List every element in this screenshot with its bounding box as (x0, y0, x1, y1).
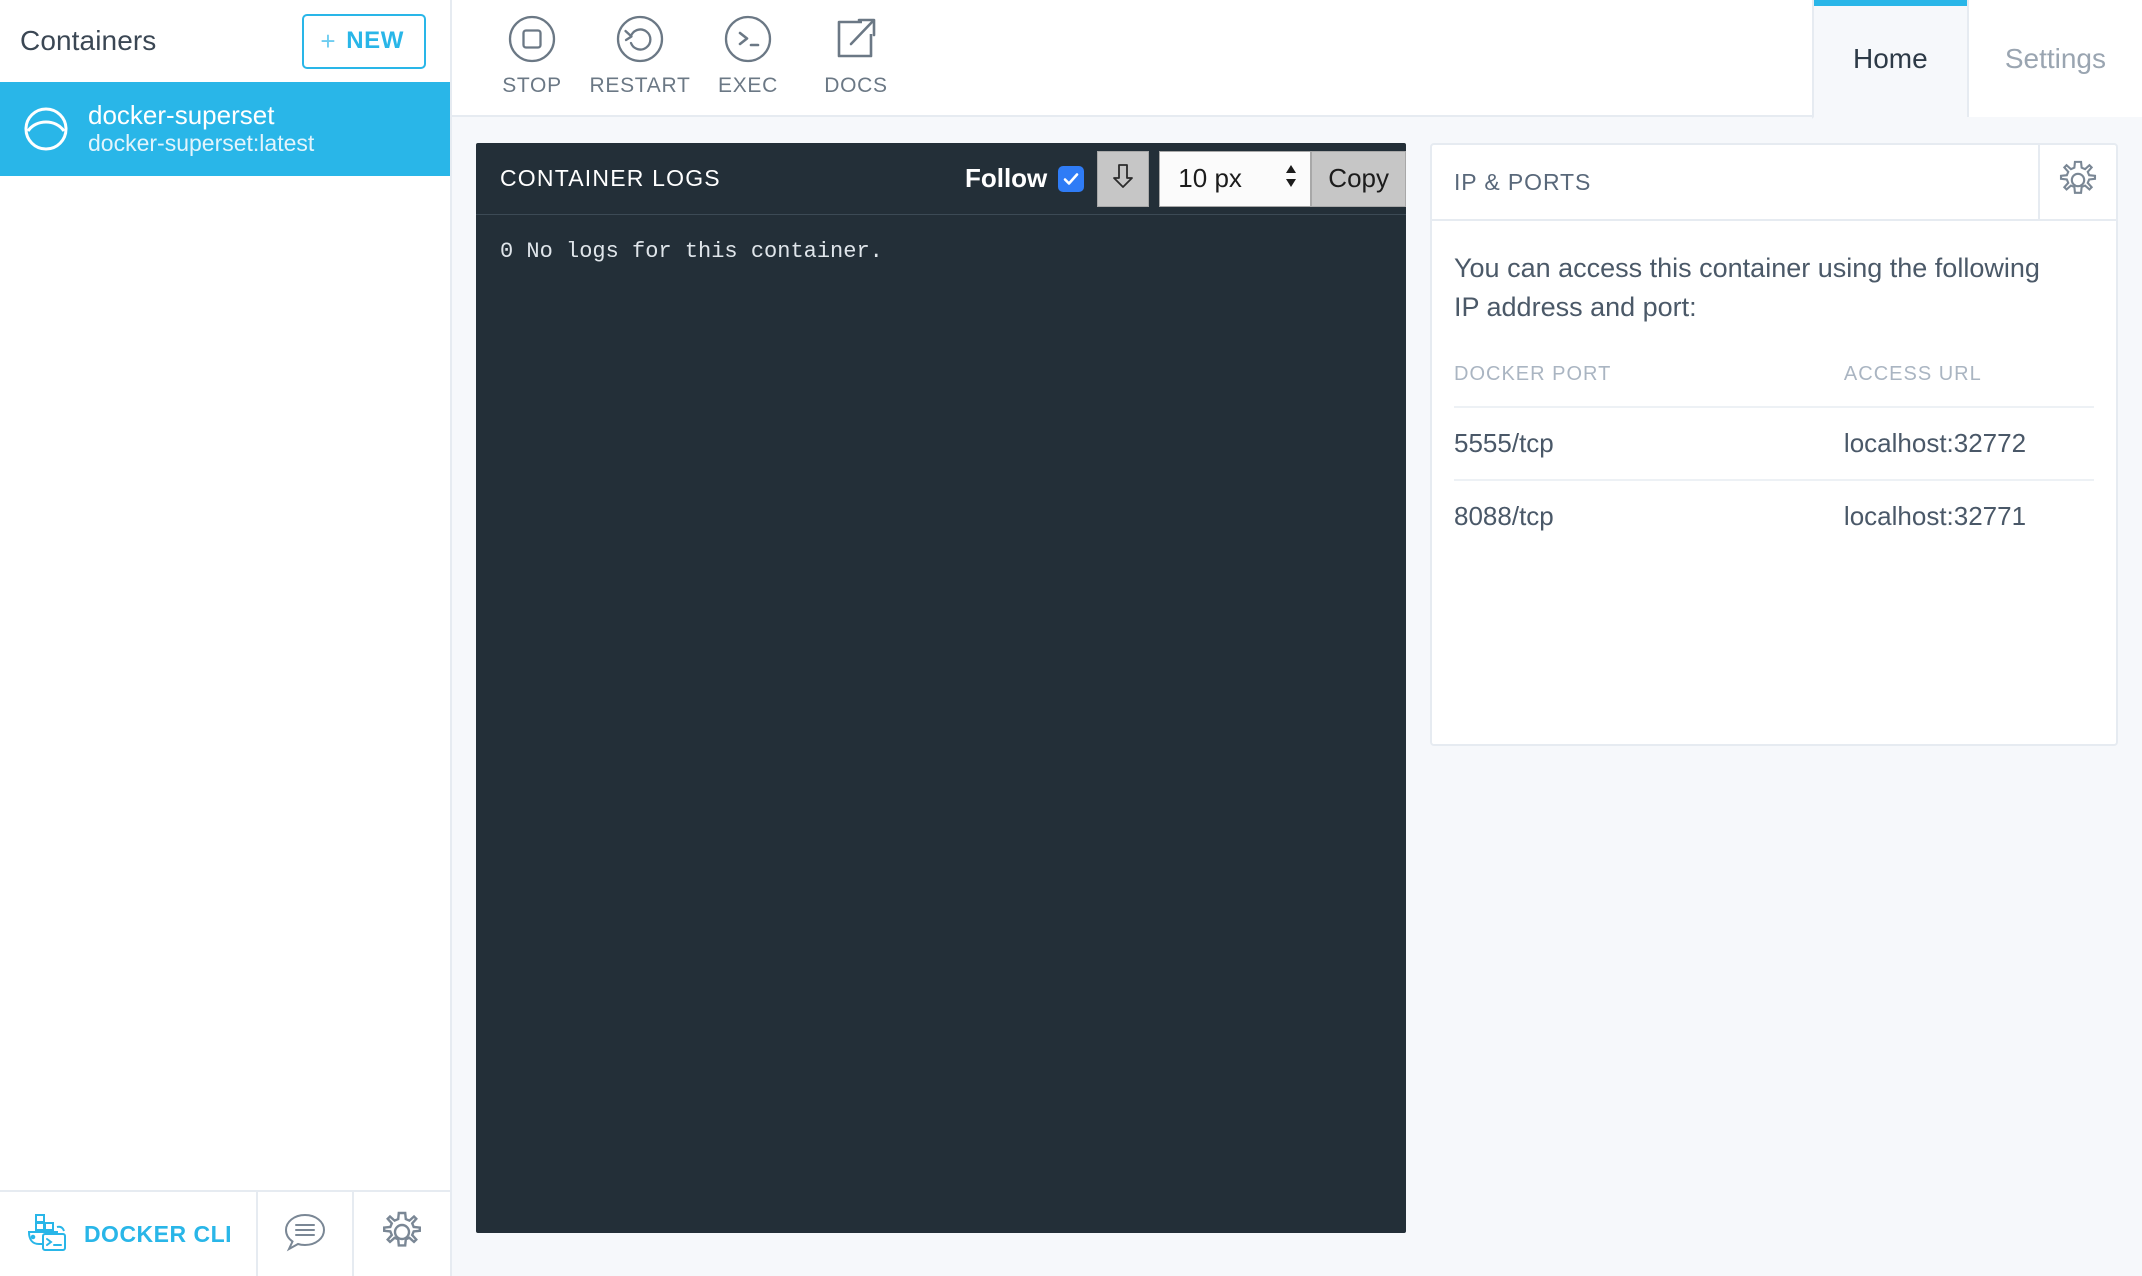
view-tabs: Home Settings (1811, 0, 2142, 119)
ports-table-body: 5555/tcp localhost:32772 8088/tcp localh… (1454, 406, 2094, 553)
restart-button[interactable]: RESTART (586, 12, 694, 98)
chat-bubble-icon (283, 1211, 327, 1258)
ports-panel-spacer (1454, 552, 2094, 744)
tab-home-label: Home (1852, 42, 1928, 74)
chat-button[interactable] (258, 1192, 354, 1276)
ports-table: DOCKER PORT ACCESS URL 5555/tcp localhos… (1454, 363, 2094, 553)
container-actions: STOP RESTART EXEC DOCS (452, 0, 910, 98)
main-area: STOP RESTART EXEC DOCS Home Settings CON… (452, 0, 2142, 1276)
container-circle-icon (22, 105, 70, 153)
column-header-access-url: ACCESS URL (1843, 363, 1982, 386)
tab-home[interactable]: Home (1811, 0, 1967, 119)
tab-settings[interactable]: Settings (1966, 0, 2142, 117)
plus-icon: + (320, 25, 337, 56)
log-font-size-select[interactable]: 10 px (1159, 150, 1312, 207)
new-button-label: NEW (346, 26, 404, 54)
stop-square-circle-icon (505, 12, 559, 69)
follow-label: Follow (964, 163, 1048, 193)
ports-table-head: DOCKER PORT ACCESS URL (1454, 363, 2094, 407)
tab-settings-label: Settings (2004, 42, 2106, 74)
content-area: CONTAINER LOGS Follow 10 px Copy 0 No lo… (452, 117, 2142, 1276)
ip-and-ports-description: You can access this container using the … (1454, 253, 2040, 323)
gear-icon (2057, 159, 2099, 206)
sidebar-footer: DOCKER CLI (0, 1190, 450, 1276)
cell-docker-port: 8088/tcp (1454, 479, 1639, 553)
copy-label: Copy (1328, 163, 1389, 193)
docker-cli-label: DOCKER CLI (83, 1220, 233, 1247)
table-row: 8088/tcp localhost:32771 (1454, 479, 2094, 553)
container-logs-panel: CONTAINER LOGS Follow 10 px Copy 0 No lo… (476, 143, 1406, 1233)
stepper-arrows-icon (1282, 161, 1300, 196)
container-name: docker-superset (88, 100, 275, 131)
settings-button[interactable] (354, 1192, 450, 1276)
ip-and-ports-title: IP & PORTS (1454, 168, 1592, 195)
log-font-size-value: 10 px (1178, 163, 1242, 193)
container-list-item-docker-superset[interactable]: docker-superset docker-superset:latest (0, 82, 450, 176)
gear-icon (380, 1210, 424, 1259)
external-link-icon (829, 12, 883, 69)
cell-access-url[interactable]: localhost:32771 (1638, 479, 2094, 553)
page-title: Containers (20, 25, 157, 56)
ip-and-ports-body: You can access this container using the … (1432, 221, 2116, 744)
cell-docker-port: 5555/tcp (1454, 406, 1639, 481)
follow-checkbox[interactable] (1058, 165, 1085, 192)
follow-control[interactable]: Follow (965, 151, 1097, 207)
cell-access-url[interactable]: localhost:32772 (1638, 406, 2094, 481)
exec-button[interactable]: EXEC (694, 12, 802, 98)
ip-and-ports-panel: IP & PORTS You can access this container… (1430, 143, 2118, 747)
container-logs-title: CONTAINER LOGS (500, 165, 721, 191)
ip-and-ports-settings-button[interactable] (2038, 145, 2116, 219)
table-row: 5555/tcp localhost:32772 (1454, 406, 2094, 481)
ports-table-header-row: DOCKER PORT ACCESS URL (1454, 363, 2094, 407)
exec-label: EXEC (718, 74, 778, 97)
restart-label: RESTART (589, 74, 691, 97)
stop-label: STOP (502, 74, 562, 97)
ip-and-ports-header: IP & PORTS (1432, 145, 2116, 221)
docker-cli-button[interactable]: DOCKER CLI (0, 1192, 258, 1276)
logs-toolbar: Follow 10 px Copy (965, 150, 1406, 207)
sidebar: Containers + NEW docker-superset docker-… (0, 0, 452, 1276)
copy-logs-button[interactable]: Copy (1311, 150, 1406, 207)
column-header-docker-port: DOCKER PORT (1454, 363, 1612, 386)
stop-button[interactable]: STOP (478, 12, 586, 98)
app-root: Containers + NEW docker-superset docker-… (0, 0, 2142, 1276)
download-arrow-icon (1110, 161, 1136, 196)
restart-arrow-circle-icon (613, 12, 667, 69)
download-logs-button[interactable] (1097, 150, 1150, 207)
container-item-text: docker-superset docker-superset:latest (88, 100, 315, 157)
docs-label: DOCS (824, 74, 888, 97)
container-logs-output[interactable]: 0 No logs for this container. (476, 215, 1406, 1233)
container-list: docker-superset docker-superset:latest (0, 82, 450, 1190)
top-toolbar: STOP RESTART EXEC DOCS Home Settings (452, 0, 2142, 119)
sidebar-header: Containers + NEW (0, 0, 450, 82)
add-new-container-button[interactable]: + NEW (302, 13, 426, 69)
docker-whale-terminal-icon (24, 1212, 70, 1257)
terminal-prompt-circle-icon (721, 12, 775, 69)
docs-button[interactable]: DOCS (802, 12, 910, 98)
container-logs-header: CONTAINER LOGS Follow 10 px Copy (476, 143, 1406, 215)
container-image: docker-superset:latest (88, 130, 315, 157)
